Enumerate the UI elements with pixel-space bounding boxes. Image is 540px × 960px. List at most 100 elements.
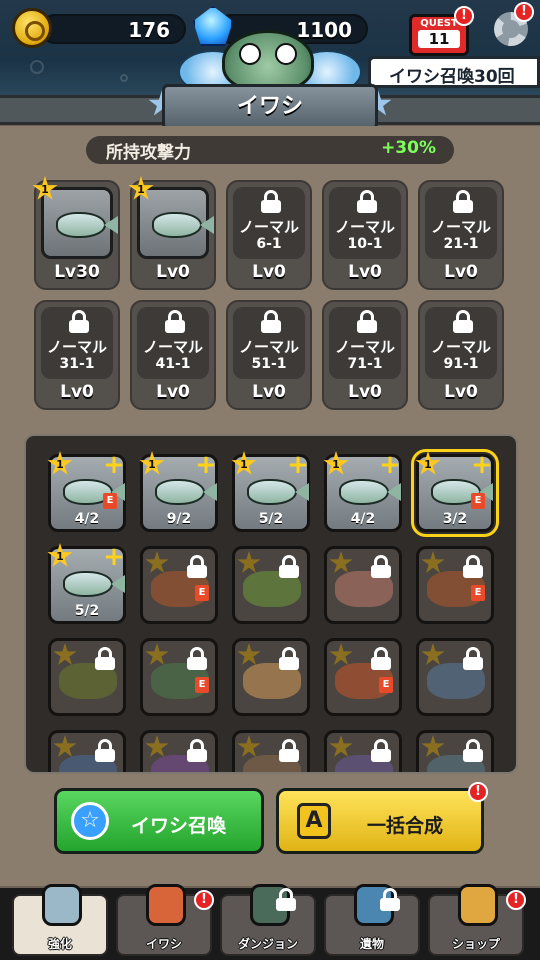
fish-icon	[247, 479, 297, 505]
quest-alert-badge: !	[454, 6, 474, 26]
coin-counter: 176	[40, 14, 186, 44]
rank-star-icon: 1	[415, 451, 441, 475]
gem-value: 1100	[296, 18, 352, 42]
collection-slot[interactable]: ノーマル 51-1 Lv0	[226, 300, 312, 410]
inventory-grid[interactable]: 1 +4/2 E 1 +9/2 1 +5/2 1 +4/2 1 +3/2 E 1 +5/2 E E E E	[24, 434, 518, 774]
inventory-card[interactable]: E	[140, 638, 218, 716]
nav-tab-label: ダンジョン	[237, 937, 298, 951]
slot-level: Lv0	[348, 382, 382, 402]
inventory-card[interactable]	[140, 730, 218, 772]
collection-slot[interactable]: ノーマル 31-1 Lv0	[34, 300, 120, 410]
quest-objective-banner[interactable]: イワシ召喚30回	[368, 56, 540, 88]
slot-level: Lv0	[444, 382, 478, 402]
inventory-card[interactable]	[232, 730, 310, 772]
inventory-card[interactable]: 1 +9/2	[139, 451, 218, 532]
inventory-card[interactable]	[416, 730, 494, 772]
lock-icon	[276, 888, 296, 911]
nav-tab-1[interactable]: 強化	[12, 884, 108, 956]
collection-slot[interactable]: 1 Lv30	[32, 176, 120, 290]
fish-icon	[63, 571, 113, 597]
slot-name: ノーマル	[46, 338, 107, 356]
collection-slot[interactable]: ノーマル 21-1 Lv0	[418, 180, 504, 290]
slot-level: Lv0	[252, 262, 286, 282]
slot-name: ノーマル	[430, 218, 491, 236]
inventory-card[interactable]: 1 +4/2 E	[47, 450, 126, 532]
collection-slot[interactable]: ノーマル 6-1 Lv0	[226, 180, 312, 290]
slot-stage: 10-1	[347, 236, 383, 252]
collection-slot[interactable]: 1 Lv0	[128, 176, 216, 290]
slot-name: ノーマル	[430, 338, 491, 356]
slot-level: Lv0	[156, 382, 190, 402]
inventory-card[interactable]	[416, 638, 494, 716]
fish-emblem-icon	[146, 884, 186, 926]
element-tag-icon: E	[103, 493, 117, 509]
summon-label: イワシ召喚	[131, 815, 227, 837]
inventory-card[interactable]: 1 +5/2	[231, 450, 310, 532]
slot-level: Lv0	[252, 382, 286, 402]
element-tag-icon: E	[379, 677, 393, 693]
nav-tab-2[interactable]: ! イワシ	[116, 884, 214, 956]
inventory-card[interactable]: 1 +5/2	[47, 543, 126, 624]
card-count: 9/2	[166, 511, 192, 527]
lock-icon	[357, 310, 377, 333]
bottom-nav: 強化! イワシ ダンジョン 遺物! ショップ	[0, 884, 540, 960]
collection-slot[interactable]: ノーマル 91-1 Lv0	[418, 300, 504, 410]
character-name: イワシ	[236, 94, 303, 119]
inventory-card[interactable]: E	[140, 546, 218, 624]
ufo-icon	[42, 884, 82, 926]
merge-alert-badge: !	[468, 782, 488, 802]
rank-star-icon: 1	[231, 451, 257, 475]
attack-value: +30%	[381, 138, 436, 158]
plus-icon: +	[471, 450, 493, 480]
element-tag-icon: E	[195, 677, 209, 693]
card-count: 5/2	[74, 603, 100, 619]
bubble-decoration	[120, 74, 128, 82]
inventory-card[interactable]: E	[324, 638, 402, 716]
summon-button[interactable]: ☆ イワシ召喚	[54, 788, 264, 854]
inventory-card[interactable]	[232, 638, 310, 716]
merge-all-button[interactable]: A 一括合成	[276, 788, 484, 854]
lock-icon	[261, 310, 281, 333]
plus-icon: +	[103, 450, 125, 480]
nav-tab-4[interactable]: 遺物	[324, 884, 420, 956]
inventory-card[interactable]: 1 +3/2 E	[411, 449, 499, 537]
collection-slot[interactable]: ノーマル 71-1 Lv0	[322, 300, 408, 410]
slot-level: Lv30	[54, 262, 100, 282]
lock-icon	[261, 190, 281, 213]
inventory-card[interactable]: E	[416, 546, 494, 624]
nav-tab-label: ショップ	[451, 937, 500, 951]
inventory-card[interactable]	[324, 546, 402, 624]
element-tag-icon: E	[471, 493, 485, 509]
nav-tab-label: 遺物	[359, 937, 384, 951]
nav-tab-3[interactable]: ダンジョン	[220, 884, 316, 956]
quest-objective-text: イワシ召喚30回	[389, 67, 515, 87]
character-name-plaque: イワシ	[162, 84, 378, 130]
nav-tab-5[interactable]: ! ショップ	[428, 884, 526, 956]
merge-icon: A	[297, 803, 331, 839]
plus-icon: +	[287, 450, 309, 480]
inventory-card[interactable]	[324, 730, 402, 772]
alert-badge: !	[506, 890, 526, 910]
lock-icon	[187, 555, 207, 578]
inventory-card[interactable]	[48, 730, 126, 772]
merge-label: 一括合成	[367, 815, 444, 837]
lock-icon	[357, 190, 377, 213]
slot-level: Lv0	[156, 262, 190, 282]
lock-icon	[165, 310, 185, 333]
collection-slot[interactable]: ノーマル 10-1 Lv0	[322, 180, 408, 290]
inventory-card[interactable]: 1 +4/2	[323, 451, 402, 532]
slot-name: ノーマル	[334, 338, 395, 356]
rank-star-icon: 1	[47, 543, 73, 567]
collection-slot[interactable]: ノーマル 41-1 Lv0	[130, 300, 216, 410]
pentagram-icon: ☆	[71, 802, 109, 840]
inventory-card[interactable]	[48, 638, 126, 716]
coin-value: 176	[128, 18, 170, 42]
slot-stage: 51-1	[251, 356, 287, 372]
fish-character-icon	[222, 30, 314, 92]
lock-icon	[453, 310, 473, 333]
alert-badge: !	[194, 890, 214, 910]
bubble-decoration	[30, 60, 44, 74]
inventory-card[interactable]	[232, 546, 310, 624]
rank-star-icon: 1	[47, 451, 73, 475]
fish-icon	[56, 212, 106, 238]
